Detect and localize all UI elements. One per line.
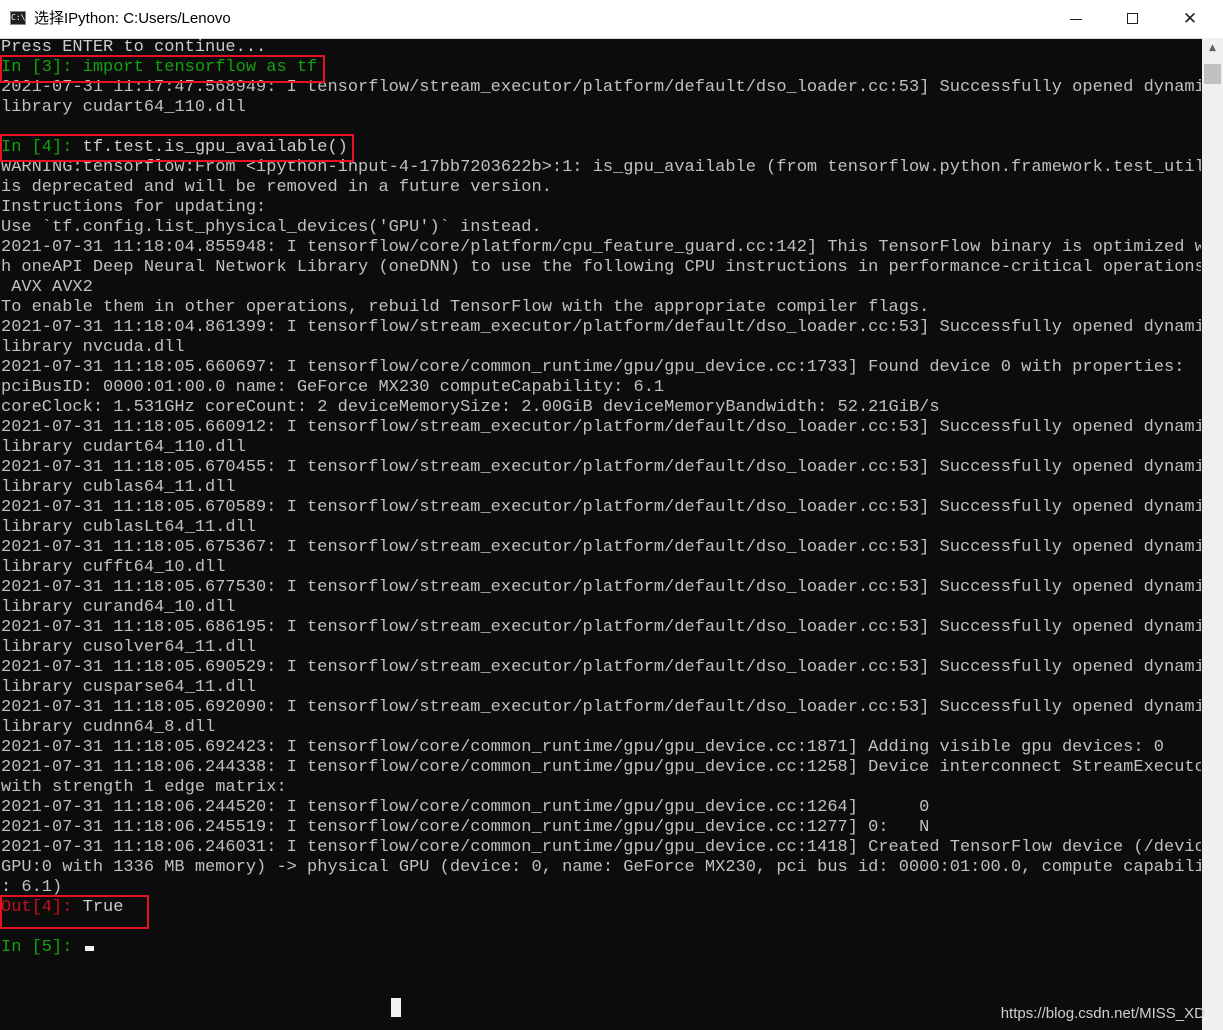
- log-line: library cudart64_110.dll: [1, 98, 246, 117]
- watermark: https://blog.csdn.net/MISS_XD: [1000, 1005, 1205, 1022]
- log-line: library nvcuda.dll: [1, 338, 185, 357]
- code-gpu-check: tf.test.is_gpu_available(): [82, 138, 348, 157]
- log-line: 2021-07-31 11:18:04.861399: I tensorflow…: [1, 318, 1201, 337]
- log-line: coreClock: 1.531GHz coreCount: 2 deviceM…: [1, 398, 940, 417]
- log-line: 2021-07-31 11:18:06.245519: I tensorflow…: [1, 818, 930, 837]
- log-line: pciBusID: 0000:01:00.0 name: GeForce MX2…: [1, 378, 665, 397]
- press-enter-line: Press ENTER to continue...: [1, 38, 267, 57]
- input-line-4: In [4]: tf.test.is_gpu_available(): [1, 138, 1201, 158]
- log-line: 2021-07-31 11:18:05.660697: I tensorflow…: [1, 358, 1185, 377]
- maximize-button[interactable]: [1110, 0, 1156, 38]
- log-line: 2021-07-31 11:18:05.690529: I tensorflow…: [1, 658, 1201, 677]
- code-import: import tensorflow as tf: [82, 58, 318, 77]
- scrollbar-thumb[interactable]: [1204, 64, 1221, 84]
- close-button[interactable]: ✕: [1167, 0, 1213, 38]
- log-line: : 6.1): [1, 878, 63, 897]
- log-line: is deprecated and will be removed in a f…: [1, 178, 552, 197]
- window-title: 选择IPython: C:Users/Lenovo: [34, 10, 231, 27]
- log-line: 2021-07-31 11:18:05.692090: I tensorflow…: [1, 698, 1201, 717]
- log-line: 2021-07-31 11:17:47.568949: I tensorflow…: [1, 78, 1201, 97]
- log-output: WARNING:tensorflow:From <ipython-input-4…: [1, 158, 1201, 898]
- log-line: To enable them in other operations, rebu…: [1, 298, 930, 317]
- log-line: with strength 1 edge matrix:: [1, 778, 287, 797]
- log-line: 2021-07-31 11:18:06.244520: I tensorflow…: [1, 798, 930, 817]
- log-line: Instructions for updating:: [1, 198, 267, 217]
- output-value: True: [82, 898, 124, 917]
- minimize-icon: [1070, 19, 1082, 20]
- out-prompt-4: Out[4]:: [1, 898, 83, 917]
- maximize-icon: [1127, 13, 1138, 24]
- log-line: Use `tf.config.list_physical_devices('GP…: [1, 218, 542, 237]
- input-line-5[interactable]: In [5]:: [1, 938, 1201, 958]
- log-line: 2021-07-31 11:18:05.670455: I tensorflow…: [1, 458, 1201, 477]
- log-line: 2021-07-31 11:18:05.686195: I tensorflow…: [1, 618, 1201, 637]
- in-prompt-4: In [4]:: [1, 138, 83, 157]
- output-line-4: Out[4]: True: [1, 898, 1201, 918]
- log-line: library cusolver64_11.dll: [1, 638, 257, 657]
- log-line: 2021-07-31 11:18:05.660912: I tensorflow…: [1, 418, 1201, 437]
- log-line: 2021-07-31 11:18:05.675367: I tensorflow…: [1, 538, 1201, 557]
- title-bar[interactable]: C:\ 选择IPython: C:Users/Lenovo ✕: [0, 0, 1223, 39]
- input-line-3: In [3]: import tensorflow as tf: [1, 58, 1201, 78]
- log-line: h oneAPI Deep Neural Network Library (on…: [1, 258, 1201, 277]
- log-line: 2021-07-31 11:18:05.692423: I tensorflow…: [1, 738, 1164, 757]
- close-icon: ✕: [1182, 9, 1198, 29]
- log-line: library cudart64_110.dll: [1, 438, 246, 457]
- text-cursor-block: [391, 998, 401, 1017]
- log-line: library cublasLt64_11.dll: [1, 518, 257, 537]
- log-line: library cublas64_11.dll: [1, 478, 236, 497]
- log-line: WARNING:tensorflow:From <ipython-input-4…: [1, 158, 1201, 177]
- log-line: library cufft64_10.dll: [1, 558, 226, 577]
- log-line: 2021-07-31 11:18:05.670589: I tensorflow…: [1, 498, 1201, 517]
- log-line: library curand64_10.dll: [1, 598, 236, 617]
- log-line: library cudnn64_8.dll: [1, 718, 216, 737]
- log-line: AVX AVX2: [1, 278, 93, 297]
- log-line: library cusparse64_11.dll: [1, 678, 257, 697]
- log-line: 2021-07-31 11:18:06.244338: I tensorflow…: [1, 758, 1201, 777]
- cmd-icon: C:\: [10, 11, 26, 25]
- log-line: 2021-07-31 11:18:06.246031: I tensorflow…: [1, 838, 1201, 857]
- log-line: GPU:0 with 1336 MB memory) -> physical G…: [1, 858, 1201, 877]
- log-line: 2021-07-31 11:18:05.677530: I tensorflow…: [1, 578, 1201, 597]
- minimize-button[interactable]: [1053, 0, 1099, 38]
- log-line: 2021-07-31 11:18:04.855948: I tensorflow…: [1, 238, 1201, 257]
- scroll-up-icon[interactable]: ▲: [1202, 38, 1223, 58]
- in-prompt-3: In [3]:: [1, 58, 83, 77]
- text-cursor: [84, 946, 94, 951]
- vertical-scrollbar[interactable]: ▲: [1202, 38, 1223, 1030]
- console-output[interactable]: Press ENTER to continue... In [3]: impor…: [1, 38, 1201, 1030]
- in-prompt-5: In [5]:: [1, 938, 83, 957]
